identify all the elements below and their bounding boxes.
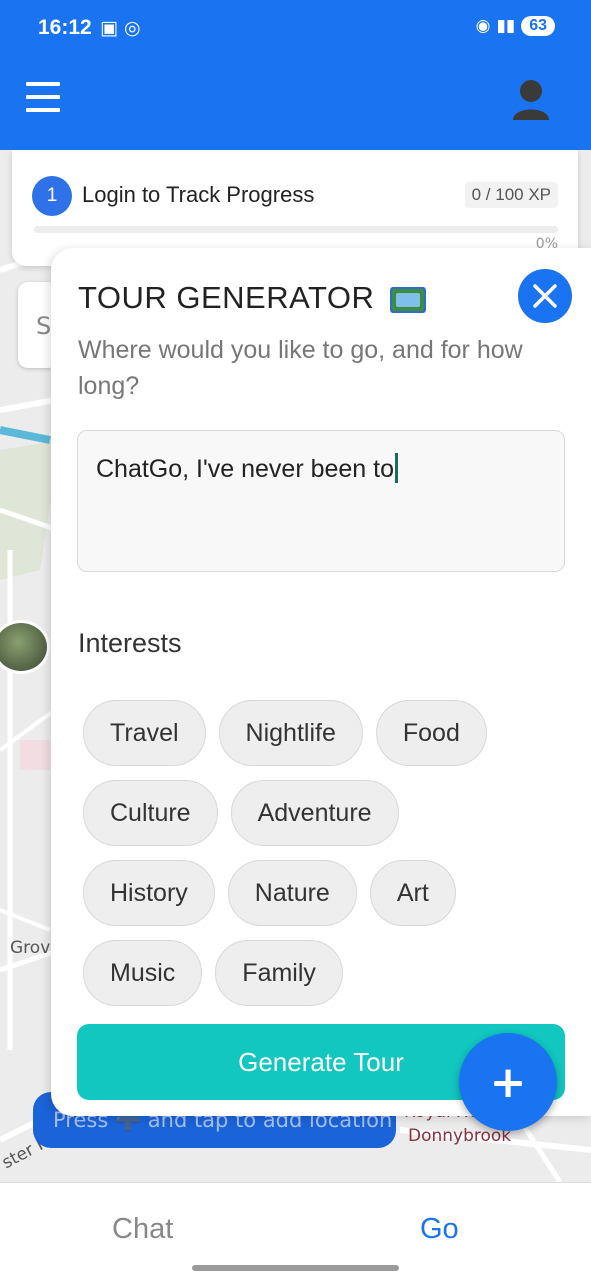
modal-subtitle: Where would you like to go, and for how … bbox=[78, 336, 523, 400]
interest-chip[interactable]: Art bbox=[369, 860, 456, 926]
status-right: ◉ ▮▮ 63 bbox=[476, 16, 555, 36]
notification-icons: ▣ ◎ bbox=[100, 17, 141, 39]
text-caret bbox=[395, 453, 399, 483]
step-badge: 1 bbox=[32, 176, 72, 216]
interest-chip[interactable]: Adventure bbox=[230, 780, 399, 846]
chip-row: History Nature Art bbox=[83, 860, 553, 926]
interests-heading: Interests bbox=[78, 628, 182, 658]
wifi-icon: ◉ bbox=[475, 16, 491, 36]
signal-icon: ▮▮ bbox=[496, 16, 516, 36]
bottom-nav: Chat Go bbox=[0, 1182, 591, 1280]
home-indicator[interactable] bbox=[192, 1265, 399, 1271]
user-avatar-icon[interactable] bbox=[511, 78, 551, 120]
chip-row: Music Family bbox=[83, 940, 553, 1006]
interest-chips: Travel Nightlife Food Culture Adventure … bbox=[83, 700, 553, 1020]
xp-badge: 0 / 100 XP bbox=[464, 182, 558, 208]
interest-chip[interactable]: Travel bbox=[83, 700, 206, 766]
interest-chip[interactable]: Nature bbox=[227, 860, 357, 926]
interest-chip[interactable]: History bbox=[83, 860, 215, 926]
interest-chip[interactable]: Food bbox=[375, 700, 487, 766]
world-map-icon bbox=[389, 286, 426, 313]
progress-track bbox=[34, 226, 558, 233]
tab-go[interactable]: Go bbox=[420, 1213, 459, 1246]
modal-title-text: TOUR GENERATOR bbox=[78, 280, 375, 315]
app-bar bbox=[0, 58, 591, 150]
hamburger-icon[interactable] bbox=[26, 82, 60, 116]
clock: 16:12 bbox=[38, 16, 92, 39]
interest-chip[interactable]: Nightlife bbox=[218, 700, 363, 766]
close-icon bbox=[533, 284, 557, 308]
interest-chip[interactable]: Music bbox=[83, 940, 203, 1006]
interest-chip[interactable]: Culture bbox=[83, 780, 218, 846]
battery-indicator: 63 bbox=[521, 16, 555, 36]
chip-row: Culture Adventure bbox=[83, 780, 553, 846]
close-button[interactable] bbox=[518, 269, 572, 323]
prompt-text: ChatGo, I've never been to bbox=[96, 455, 395, 483]
progress-title[interactable]: Login to Track Progress bbox=[82, 182, 314, 208]
chip-row: Travel Nightlife Food bbox=[83, 700, 553, 766]
interest-chip[interactable]: Family bbox=[215, 940, 343, 1006]
tab-chat[interactable]: Chat bbox=[112, 1213, 173, 1246]
map-street-label: Grov bbox=[10, 938, 51, 958]
status-bar: 16:12 ▣ ◎ ◉ ▮▮ 63 bbox=[0, 0, 591, 58]
add-location-fab[interactable]: + bbox=[459, 1033, 557, 1131]
modal-title: TOUR GENERATOR bbox=[78, 280, 426, 316]
tour-generator-modal: TOUR GENERATOR Where would you like to g… bbox=[51, 248, 591, 1116]
tour-prompt-input[interactable]: ChatGo, I've never been to bbox=[77, 430, 565, 572]
